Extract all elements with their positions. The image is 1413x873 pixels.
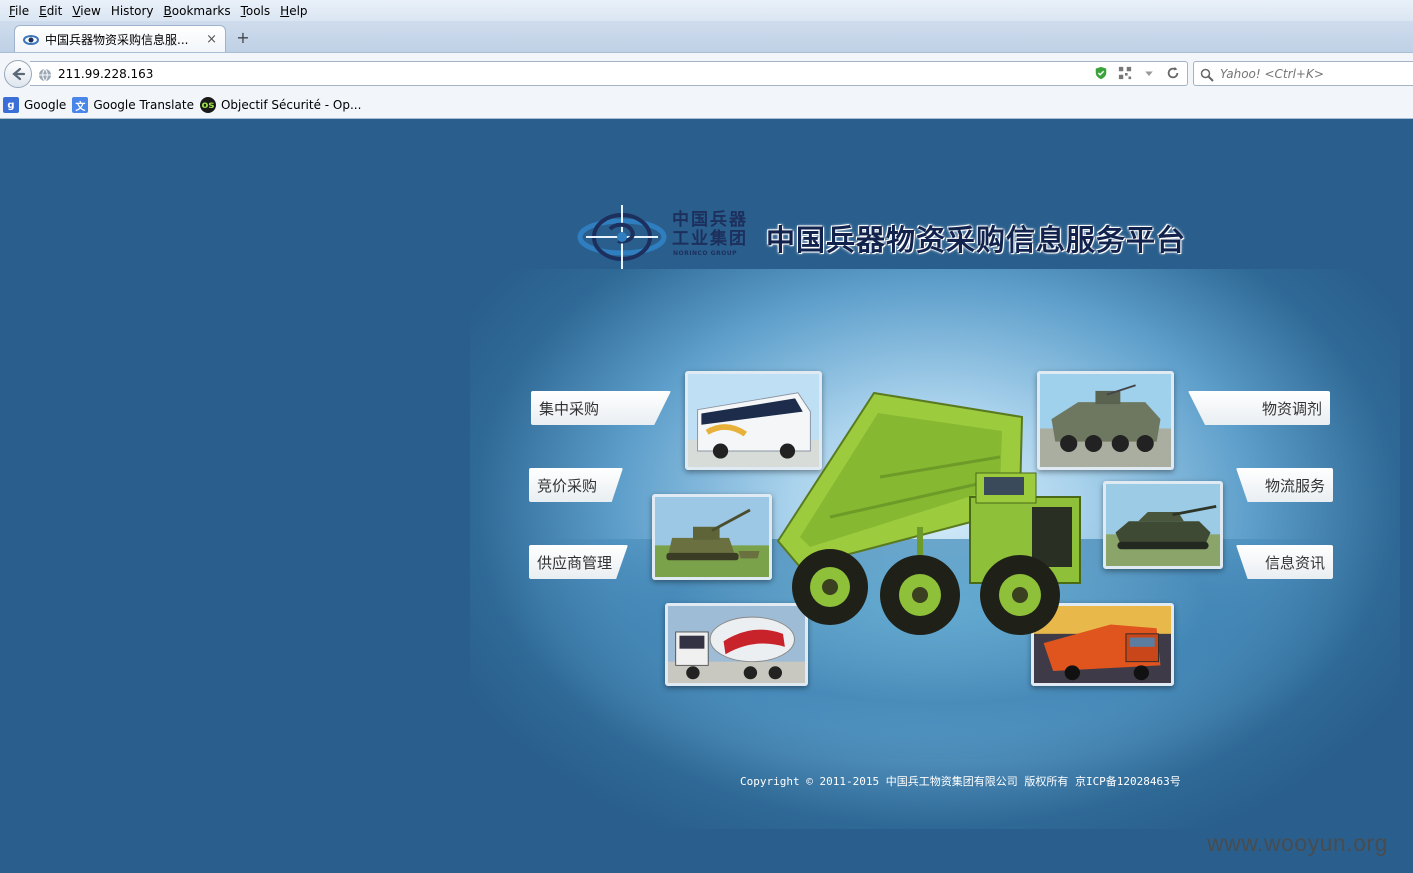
url-text[interactable]: 211.99.228.163 [58, 67, 153, 81]
bookmark-google-translate[interactable]: 文 Google Translate [72, 97, 194, 113]
logo-line-1: 中国兵器 [672, 210, 748, 230]
dropdown-arrow-icon[interactable] [1141, 65, 1157, 81]
translate-icon: 文 [72, 97, 89, 113]
tab-title: 中国兵器物资采购信息服... [45, 33, 189, 47]
page-content: 中国兵器 工业集团 NORINCO GROUP 中国兵器物资采购信息服务平台 集… [0, 119, 1413, 873]
copyright-text: Copyright © 2011-2015 中国兵工物资集团有限公司 版权所有 … [740, 775, 1181, 788]
tab-close-icon[interactable]: × [206, 32, 217, 47]
menu-help[interactable]: Help [275, 4, 312, 18]
nav-information-news[interactable]: 信息资讯 [1236, 545, 1333, 579]
site-favicon-icon [23, 32, 39, 48]
nav-label: 供应商管理 [537, 553, 613, 572]
logo-chinese-text: 中国兵器 工业集团 [672, 211, 760, 249]
menu-edit[interactable]: Edit [34, 4, 67, 18]
qr-code-icon[interactable] [1117, 65, 1133, 81]
menu-file[interactable]: File [4, 4, 34, 18]
bookmark-label: Google [24, 98, 67, 112]
nav-centralized-procurement[interactable]: 集中采购 [531, 391, 671, 425]
back-button[interactable] [4, 60, 32, 88]
menu-tools[interactable]: Tools [236, 4, 276, 18]
nav-label: 信息资讯 [1264, 553, 1325, 572]
menu-view[interactable]: View [67, 4, 105, 18]
tank-photo[interactable] [1103, 481, 1223, 569]
shield-check-icon[interactable] [1093, 65, 1109, 81]
nav-label: 竞价采购 [537, 476, 598, 495]
reload-icon[interactable] [1165, 65, 1181, 81]
globe-icon [38, 67, 52, 81]
tab-active[interactable]: 中国兵器物资采购信息服... × [14, 25, 226, 53]
watermark-text: www.wooyun.org [1207, 830, 1388, 856]
howitzer-photo[interactable] [652, 494, 772, 580]
search-input[interactable] [1220, 66, 1400, 81]
os-icon: os [199, 97, 216, 113]
nav-label: 物流服务 [1264, 476, 1325, 495]
mining-truck-image [776, 391, 1081, 635]
nav-supplier-management[interactable]: 供应商管理 [529, 545, 628, 579]
search-bar[interactable] [1193, 61, 1413, 86]
tab-strip: 中国兵器物资采购信息服... × + [0, 21, 1413, 53]
nav-logistics-service[interactable]: 物流服务 [1236, 468, 1333, 502]
menu-bookmarks[interactable]: Bookmarks [159, 4, 236, 18]
url-bar-actions [1093, 65, 1181, 81]
nav-bidding-procurement[interactable]: 竞价采购 [529, 468, 623, 502]
nav-toolbar: 211.99.228.163 [0, 52, 1413, 92]
nav-label: 物资调剂 [1261, 399, 1322, 418]
search-icon [1200, 67, 1214, 82]
bookmark-google[interactable]: g Google [3, 97, 66, 113]
nav-material-allocation[interactable]: 物资调剂 [1188, 391, 1330, 425]
menu-bar: File Edit View History Bookmarks Tools H… [0, 0, 1413, 21]
google-icon: g [3, 97, 19, 113]
address-bar[interactable]: 211.99.228.163 [30, 61, 1188, 86]
bookmarks-toolbar: g Google 文 Google Translate os Objectif … [0, 92, 1413, 119]
nav-label: 集中采购 [539, 399, 600, 418]
back-arrow-icon [12, 67, 26, 81]
bookmark-label: Google Translate [93, 98, 194, 112]
menu-history[interactable]: History [106, 4, 159, 18]
norinco-logo-icon [577, 205, 667, 269]
bookmark-label: Objectif Sécurité - Op... [220, 98, 362, 112]
logo-line-2: 工业集团 [672, 229, 748, 249]
logo-english-text: NORINCO GROUP [673, 250, 738, 257]
site-title: 中国兵器物资采购信息服务平台 [766, 223, 1187, 257]
site-header: 中国兵器 工业集团 NORINCO GROUP 中国兵器物资采购信息服务平台 [576, 199, 1236, 274]
new-tab-button[interactable]: + [234, 29, 252, 47]
bookmark-objectif-securite[interactable]: os Objectif Sécurité - Op... [199, 97, 362, 113]
